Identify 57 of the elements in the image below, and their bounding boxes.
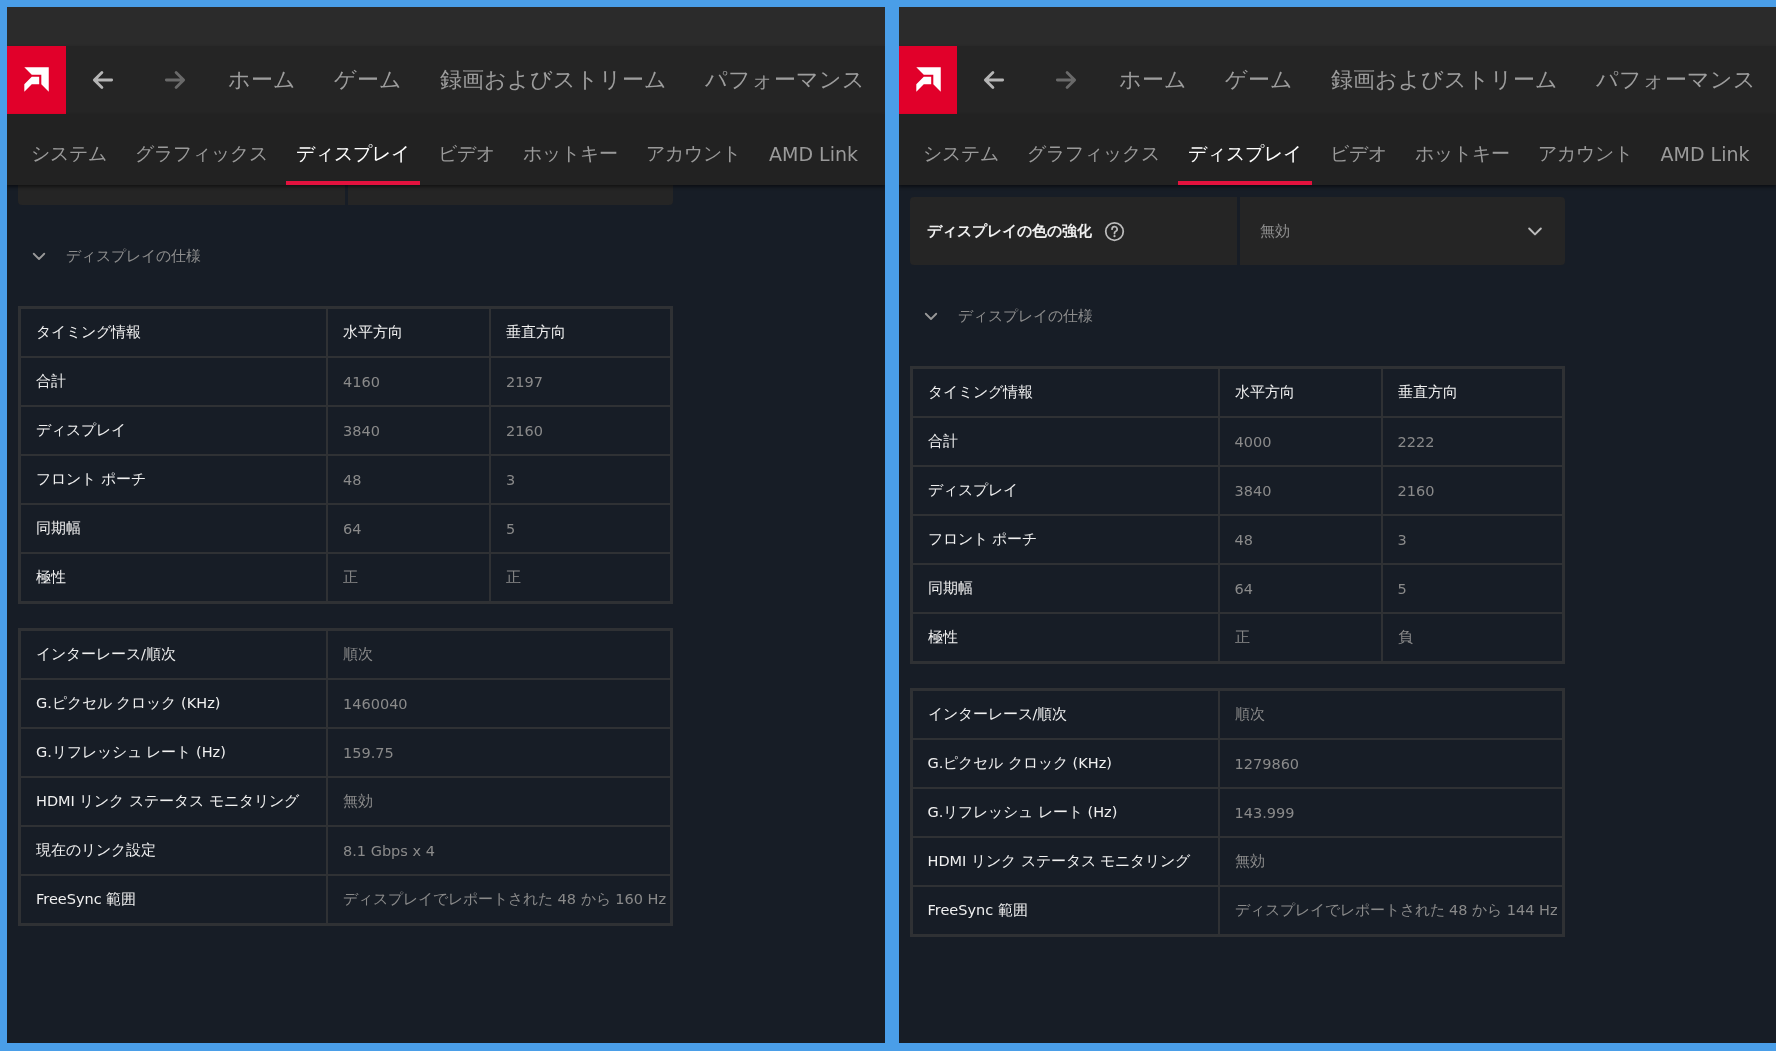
row-label: HDMI リンク ステータス モニタリング (911, 837, 1219, 886)
table-cell: 64 (1218, 564, 1382, 613)
row-label: インターレース/順次 (19, 629, 327, 679)
column-header: 水平方向 (1218, 367, 1382, 417)
help-icon[interactable] (1103, 220, 1125, 242)
nav-item[interactable]: ホーム (227, 65, 296, 95)
row-label: 現在のリンク設定 (19, 826, 327, 875)
nav-item[interactable]: ゲーム (333, 65, 402, 95)
tab[interactable]: システム (21, 128, 117, 185)
tab[interactable]: アカウント (636, 128, 751, 185)
table-cell: 48 (1218, 515, 1382, 564)
row-label: 合計 (19, 357, 327, 406)
tab[interactable]: システム (912, 128, 1009, 185)
dropdown[interactable]: 無効 (1239, 197, 1565, 265)
table-cell: 3840 (1218, 466, 1382, 515)
tab[interactable]: ディスプレイ (1177, 128, 1312, 185)
tab[interactable]: ホットキー (1404, 128, 1520, 185)
row-label: フロント ポーチ (19, 455, 327, 504)
row-label: ディスプレイ (911, 466, 1219, 515)
column-header: 水平方向 (327, 307, 490, 357)
row-label: フロント ポーチ (911, 515, 1219, 564)
row-label: ディスプレイ (19, 406, 327, 455)
row-label: G.リフレッシュ レート (Hz) (911, 788, 1219, 837)
nav-item[interactable]: パフォーマンス (1596, 65, 1756, 95)
tab[interactable]: AMD Link (1650, 130, 1760, 183)
column-header: タイミング情報 (911, 367, 1219, 417)
nav-item[interactable]: ホーム (1119, 65, 1187, 95)
section-toggle[interactable]: ディスプレイの仕様 (909, 296, 1093, 336)
logo[interactable] (7, 46, 66, 114)
section-toggle[interactable]: ディスプレイの仕様 (18, 236, 201, 276)
row-label: G.ピクセル クロック (KHz) (911, 739, 1219, 788)
tab[interactable]: グラフィックス (1016, 128, 1170, 185)
nav-item[interactable]: ゲーム (1225, 65, 1293, 95)
table-cell: 4000 (1218, 417, 1382, 466)
table-cell: 3840 (327, 406, 490, 455)
row-label: 合計 (911, 417, 1219, 466)
row-label: HDMI リンク ステータス モニタリング (19, 777, 327, 826)
row-label: 同期幅 (19, 504, 327, 553)
tab[interactable]: ビデオ (428, 128, 505, 185)
tab[interactable]: ビデオ (1319, 128, 1397, 185)
table-cell: 64 (327, 504, 490, 553)
row-label: G.ピクセル クロック (KHz) (19, 679, 327, 728)
tab[interactable]: グラフィックス (125, 128, 278, 185)
nav-item[interactable]: パフォーマンス (704, 65, 865, 95)
nav-item[interactable]: 録画およびストリーム (1331, 65, 1558, 95)
row-label: インターレース/順次 (911, 689, 1219, 739)
tab[interactable]: ホットキー (513, 128, 628, 185)
row-label: G.リフレッシュ レート (Hz) (19, 728, 327, 777)
nav-item[interactable]: 録画およびストリーム (439, 65, 667, 95)
logo[interactable] (898, 46, 957, 114)
tab[interactable]: アカウント (1527, 128, 1643, 185)
setting-label: ディスプレイの色の強化 (926, 221, 1092, 241)
row-label: 同期幅 (911, 564, 1219, 613)
column-header: タイミング情報 (19, 307, 327, 357)
tab[interactable]: AMD Link (759, 130, 868, 183)
table-cell: 48 (327, 455, 490, 504)
table-cell: 4160 (327, 357, 490, 406)
